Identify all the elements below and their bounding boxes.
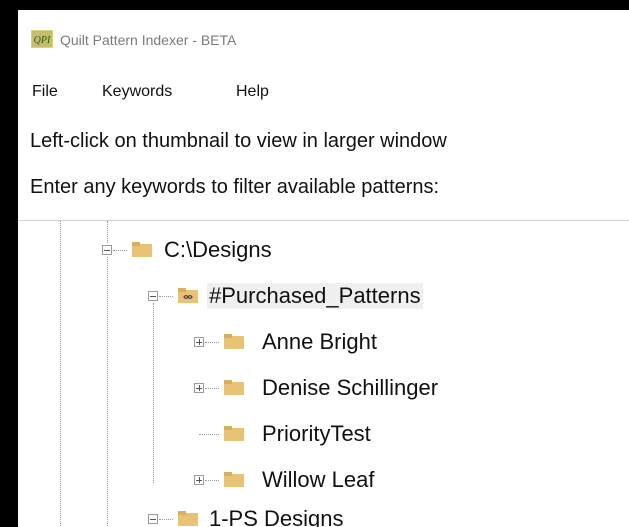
svg-text:QPI: QPI — [34, 35, 51, 46]
tree-connector-designs-top — [107, 221, 108, 243]
collapse-toggle-designs[interactable] — [102, 245, 112, 255]
menu-help[interactable]: Help — [236, 83, 269, 101]
tree-branch — [199, 434, 219, 435]
folder-icon — [224, 426, 244, 441]
app-window: QPI Quilt Pattern Indexer - BETA File Ke… — [18, 10, 629, 527]
collapse-toggle-1-ps-designs[interactable] — [148, 514, 158, 524]
expand-toggle-denise-schillinger[interactable] — [194, 383, 204, 393]
menu-keywords[interactable]: Keywords — [102, 83, 172, 101]
tree-branch — [113, 250, 127, 251]
expand-toggle-willow-leaf[interactable] — [194, 475, 204, 485]
tree-root-connector — [60, 221, 61, 527]
collapse-toggle-purchased[interactable] — [148, 291, 158, 301]
window-title: Quilt Pattern Indexer - BETA — [60, 32, 237, 48]
tree-node-denise-schillinger[interactable]: Denise Schillinger — [260, 375, 440, 401]
folder-icon — [224, 380, 244, 395]
tree-branch — [159, 519, 173, 520]
tree-node-1-ps-designs[interactable]: 1-PS Designs — [207, 506, 346, 527]
tree-connector-purchased — [153, 303, 154, 483]
tree-node-willow-leaf[interactable]: Willow Leaf — [260, 467, 376, 493]
tree-node-priority-test[interactable]: PriorityTest — [260, 421, 373, 447]
menu-bar: File Keywords Help — [18, 78, 629, 106]
tree-node-purchased-patterns[interactable]: #Purchased_Patterns — [207, 283, 423, 309]
instruction-thumbnail: Left-click on thumbnail to view in large… — [30, 130, 447, 152]
tree-node-designs[interactable]: C:\Designs — [162, 237, 274, 263]
qpi-app-icon: QPI — [31, 30, 53, 48]
tree-connector-designs — [107, 257, 108, 527]
folder-icon — [178, 511, 198, 526]
folder-tree[interactable]: C:\Designs #Purchased_Patterns Anne Brig… — [18, 220, 629, 527]
tree-branch — [205, 388, 219, 389]
tree-node-anne-bright[interactable]: Anne Bright — [260, 329, 379, 355]
expand-toggle-anne-bright[interactable] — [194, 337, 204, 347]
tree-branch — [205, 342, 219, 343]
tree-branch — [159, 296, 173, 297]
folder-icon — [224, 472, 244, 487]
title-bar[interactable]: QPI Quilt Pattern Indexer - BETA — [18, 10, 629, 65]
shared-folder-icon — [178, 288, 198, 303]
folder-icon — [132, 242, 152, 257]
menu-file[interactable]: File — [32, 83, 58, 101]
instruction-keywords: Enter any keywords to filter available p… — [30, 176, 440, 198]
tree-branch — [205, 480, 219, 481]
folder-icon — [224, 334, 244, 349]
